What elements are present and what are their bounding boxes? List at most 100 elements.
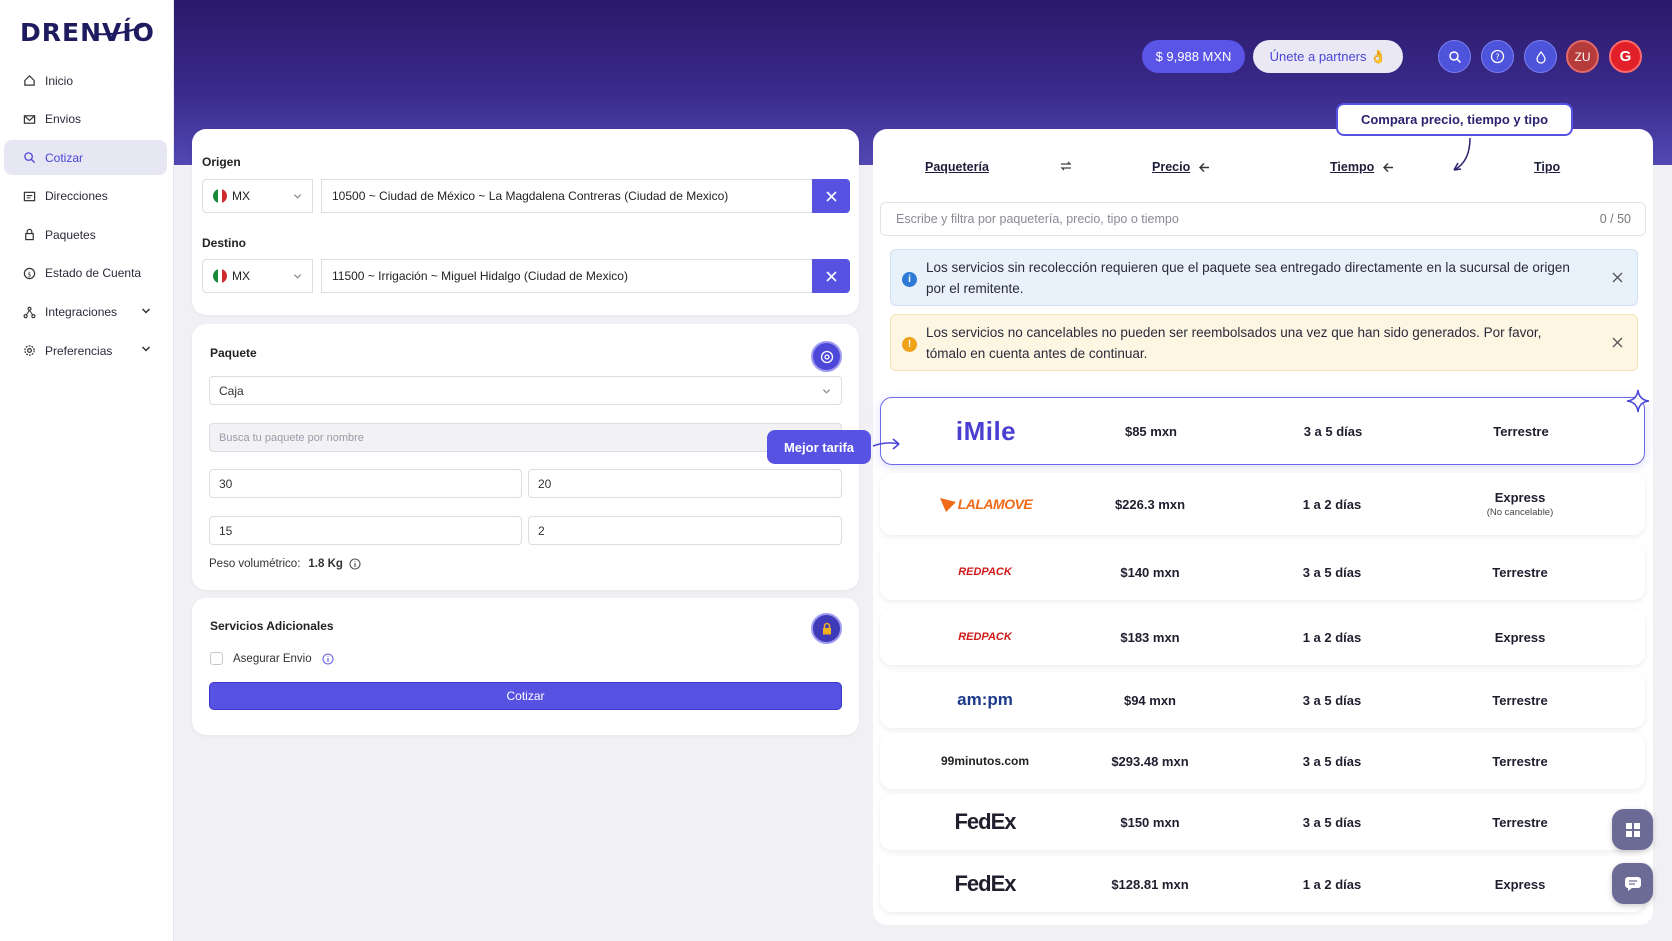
integrations-icon <box>22 305 36 319</box>
quote-row[interactable]: 99minutos.com $293.48 mxn 3 a 5 días Ter… <box>880 733 1645 789</box>
service-type-label: Terrestre <box>1493 423 1549 439</box>
quote-row[interactable]: iMile $85 mxn 3 a 5 días Terrestre <box>880 397 1645 465</box>
package-type-select[interactable]: Caja <box>209 376 842 405</box>
sidebar-item-estado-de-cuenta[interactable]: $ Estado de Cuenta <box>4 256 167 291</box>
cotizar-button[interactable]: Cotizar <box>209 682 842 710</box>
destination-address-field[interactable]: 11500 ~ Irrigación ~ Miguel Hidalgo (Ciu… <box>321 259 813 293</box>
carrier-name: REDPACK <box>958 631 1012 643</box>
quote-row[interactable]: FedEx $128.81 mxn 1 a 2 días Express <box>880 856 1645 912</box>
quote-row[interactable]: REDPACK $183 mxn 1 a 2 días Express <box>880 609 1645 665</box>
info-alert: i Los servicios sin recolección requiere… <box>890 249 1638 306</box>
quote-row[interactable]: am:pm $94 mxn 3 a 5 días Terrestre <box>880 672 1645 728</box>
sidebar-item-label: Cotizar <box>45 150 84 165</box>
help-button[interactable]: ? <box>1481 40 1514 73</box>
sidebar-item-preferencias[interactable]: Preferencias <box>4 333 167 368</box>
tab-label: Tiempo <box>1330 160 1375 174</box>
package-type-value: Caja <box>219 383 244 398</box>
width-input[interactable]: 20 <box>528 469 842 498</box>
sidebar-item-cotizar[interactable]: Cotizar <box>4 140 167 176</box>
warning-alert: ! Los servicios no cancelables no pueden… <box>890 314 1638 371</box>
info-icon[interactable] <box>349 558 361 570</box>
search-icon <box>22 151 36 165</box>
delivery-time: 1 a 2 días <box>1302 876 1362 892</box>
search-icon <box>1448 50 1461 63</box>
delivery-time: 3 a 5 días <box>1302 564 1362 580</box>
info-icon[interactable] <box>322 652 334 665</box>
service-type-label: Express <box>1494 876 1546 892</box>
delivery-time: 1 a 2 días <box>1302 496 1362 512</box>
carrier-name: FedEx <box>954 871 1016 896</box>
theme-button[interactable] <box>1524 40 1557 73</box>
destination-clear-button[interactable] <box>812 259 850 293</box>
carrier-name: am:pm <box>957 690 1013 709</box>
price: $150 mxn <box>1120 814 1180 830</box>
quote-row[interactable]: FedEx $150 mxn 3 a 5 días Terrestre <box>880 794 1645 850</box>
sidebar-item-direcciones[interactable]: Direcciones <box>4 179 167 214</box>
price: $293.48 mxn <box>1111 753 1189 769</box>
sparkle-icon <box>1626 389 1650 413</box>
service-type: Express <box>1445 609 1595 665</box>
package-title: Paquete <box>210 346 257 360</box>
destination-country-select[interactable]: MX <box>202 259 313 293</box>
tooltip-arrow-icon <box>872 438 900 450</box>
chat-icon <box>1624 876 1641 891</box>
avatar[interactable]: ZU <box>1566 40 1599 73</box>
destination-country-value: MX <box>232 269 250 283</box>
carrier-logo: am:pm <box>925 672 1045 728</box>
tab-label: Tipo <box>1534 160 1561 174</box>
mexico-flag-icon <box>213 189 227 203</box>
volumetric-weight: Peso volumétrico: 1.8 Kg <box>209 558 361 570</box>
height-input[interactable]: 15 <box>209 516 522 545</box>
tab-tiempo[interactable]: Tiempo <box>1330 160 1395 174</box>
chat-button[interactable] <box>1612 863 1653 904</box>
quote-row[interactable]: REDPACK $140 mxn 3 a 5 días Terrestre <box>880 544 1645 600</box>
sidebar-item-integraciones[interactable]: Integraciones <box>4 295 167 330</box>
tab-precio[interactable]: Precio <box>1152 160 1211 174</box>
apps-button[interactable] <box>1612 809 1653 850</box>
price: $140 mxn <box>1120 564 1180 580</box>
filter-count: 0 / 50 <box>1599 212 1631 226</box>
quote-row[interactable]: LALAMOVE $226.3 mxn 1 a 2 días Express (… <box>880 473 1645 535</box>
mail-icon <box>22 112 36 126</box>
sidebar: DRENVÍO Inicio Envios Cotizar Direccione… <box>0 0 174 941</box>
results-tabs: Paquetería Precio Tiempo Tipo <box>873 129 1653 193</box>
origin-country-select[interactable]: MX <box>202 179 313 213</box>
price: $85 mxn <box>1124 423 1178 439</box>
origin-country-value: MX <box>232 189 250 203</box>
package-help-button[interactable] <box>811 341 842 372</box>
tab-paqueteria[interactable]: Paquetería <box>925 160 989 174</box>
service-type-note: (No cancelable) <box>1486 507 1554 518</box>
length-input[interactable]: 30 <box>209 469 522 498</box>
insure-checkbox[interactable] <box>210 652 223 665</box>
partners-button[interactable]: Únete a partners 👌 <box>1253 40 1403 73</box>
sidebar-item-label: Envios <box>45 112 82 127</box>
swap-icon[interactable] <box>1059 159 1073 173</box>
close-icon[interactable] <box>1612 337 1623 348</box>
balance-button[interactable]: $ 9,988 MXN <box>1142 40 1245 73</box>
chevron-down-icon <box>822 389 831 394</box>
delivery-time: 1 a 2 días <box>1302 629 1362 645</box>
carrier-name: REDPACK <box>958 566 1012 578</box>
filter-input[interactable]: Escribe y filtra por paquetería, precio,… <box>880 202 1646 236</box>
carrier-logo: 99minutos.com <box>925 733 1045 789</box>
weight-input[interactable]: 2 <box>528 516 842 545</box>
g-account-button[interactable]: G <box>1609 40 1642 73</box>
sidebar-item-inicio[interactable]: Inicio <box>4 63 167 98</box>
origin-clear-button[interactable] <box>812 179 850 213</box>
service-type-label: Express <box>1494 490 1546 505</box>
service-type-label: Express <box>1494 629 1546 645</box>
tab-tipo[interactable]: Tipo <box>1534 160 1560 174</box>
carrier-logo: FedEx <box>925 856 1045 912</box>
origin-address-field[interactable]: 10500 ~ Ciudad de México ~ La Magdalena … <box>321 179 813 213</box>
sidebar-item-paquetes[interactable]: Paquetes <box>4 217 167 252</box>
service-type: Express (No cancelable) <box>1445 473 1595 535</box>
close-icon <box>825 190 837 202</box>
close-icon[interactable] <box>1612 272 1623 283</box>
package-search-input[interactable]: Busca tu paquete por nombre <box>209 423 842 452</box>
sidebar-item-envios[interactable]: Envios <box>4 102 167 137</box>
price: $94 mxn <box>1123 692 1177 708</box>
svg-text:$: $ <box>27 270 31 278</box>
destination-title: Destino <box>202 236 247 250</box>
extras-lock-button[interactable] <box>811 613 842 644</box>
header-search-button[interactable] <box>1438 40 1471 73</box>
